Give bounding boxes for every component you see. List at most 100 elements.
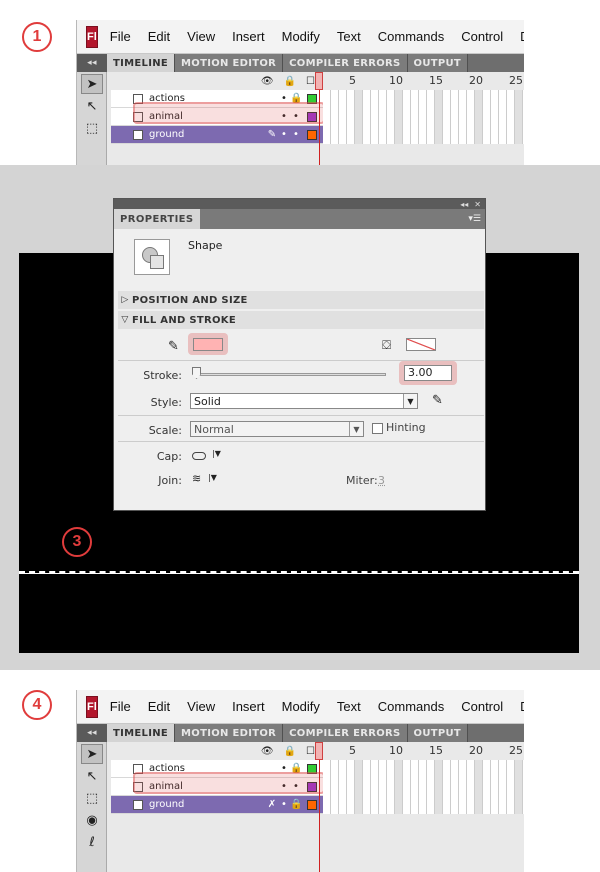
3d-rotation-tool-icon[interactable]: ◉	[81, 810, 103, 830]
pencil-icon: ✎	[168, 339, 179, 354]
menu-edit[interactable]: Edit	[148, 29, 170, 44]
free-transform-tool-icon[interactable]: ⬚	[81, 118, 103, 138]
layer-row-ground[interactable]: ground ✎ • •	[111, 126, 323, 144]
menu-debug[interactable]: De	[520, 29, 524, 44]
menu-commands[interactable]: Commands	[378, 29, 444, 44]
join-round-icon[interactable]: ≋	[192, 472, 201, 485]
eye-icon[interactable]: 👁	[261, 76, 274, 87]
frame-ruler: 5 10 15 20 25	[323, 742, 524, 760]
subselection-tool-icon[interactable]: ↖	[81, 766, 103, 786]
scale-dropdown[interactable]: Normal ▼	[190, 421, 364, 437]
lock-icon[interactable]: 🔒	[284, 76, 296, 87]
section-position-and-size[interactable]: ▷ POSITION AND SIZE	[118, 291, 484, 309]
collapse-panel-icon[interactable]: ◂◂	[460, 200, 468, 209]
frame-area: 5 10 15 20 25	[315, 72, 524, 165]
pencil-icon: ✎	[267, 129, 277, 140]
stroke-width-input[interactable]: 3.00	[404, 365, 452, 381]
frame-label: 25	[509, 744, 523, 757]
tab-compiler-errors[interactable]: COMPILER ERRORS	[283, 724, 408, 742]
lock-icon[interactable]: 🔒	[284, 746, 296, 757]
lock-icon[interactable]: 🔒	[290, 799, 302, 810]
tab-motion-editor[interactable]: MOTION EDITOR	[175, 54, 284, 72]
playhead-line	[319, 760, 320, 872]
panel-tabbar: PROPERTIES ▾☰	[114, 209, 485, 229]
menu-text[interactable]: Text	[337, 29, 361, 44]
visible-dot[interactable]: •	[278, 799, 290, 810]
tools-panel: ➤ ↖ ⬚	[77, 72, 107, 165]
object-type-label: Shape	[188, 239, 223, 252]
selection-tool-icon[interactable]: ➤	[81, 744, 103, 764]
menu-insert[interactable]: Insert	[232, 699, 265, 714]
menu-file[interactable]: File	[110, 699, 131, 714]
collapse-icon[interactable]: ◂◂	[77, 54, 107, 72]
menu-control[interactable]: Control	[461, 29, 503, 44]
tab-timeline[interactable]: TIMELINE	[107, 724, 176, 742]
menu-text[interactable]: Text	[337, 699, 361, 714]
paint-bucket-icon: ⛋	[382, 338, 392, 352]
eye-icon[interactable]: 👁	[261, 746, 274, 757]
expanded-arrow-icon: ▽	[121, 315, 129, 325]
menu-control[interactable]: Control	[461, 699, 503, 714]
menu-modify[interactable]: Modify	[282, 29, 320, 44]
tab-properties[interactable]: PROPERTIES	[114, 209, 200, 229]
collapse-icon[interactable]: ◂◂	[77, 724, 107, 742]
close-icon[interactable]: ✕	[474, 200, 481, 209]
layer-header: 👁 🔒 ☐	[111, 742, 323, 760]
frame-grid[interactable]	[323, 760, 524, 814]
lock-dot[interactable]: •	[290, 129, 302, 140]
fill-color-swatch[interactable]	[406, 338, 436, 351]
menu-edit[interactable]: Edit	[148, 699, 170, 714]
outline-icon[interactable]: ☐	[306, 746, 315, 757]
tab-compiler-errors[interactable]: COMPILER ERRORS	[283, 54, 408, 72]
ground-stroke-line[interactable]	[19, 571, 579, 574]
outline-icon[interactable]: ☐	[306, 76, 315, 87]
playhead-line	[319, 90, 320, 165]
stroke-label: Stroke:	[143, 369, 182, 382]
menu-view[interactable]: View	[187, 699, 215, 714]
shape-icon	[134, 239, 170, 275]
menu-commands[interactable]: Commands	[378, 699, 444, 714]
free-transform-tool-icon[interactable]: ⬚	[81, 788, 103, 808]
tab-timeline[interactable]: TIMELINE	[107, 54, 176, 72]
properties-panel: ◂◂ ✕ PROPERTIES ▾☰ Shape ▷ POSITION AND …	[113, 198, 486, 511]
stroke-color-swatch[interactable]	[193, 338, 223, 351]
frame-grid[interactable]	[323, 90, 524, 144]
style-dropdown[interactable]: Solid ▼	[190, 393, 418, 409]
tab-output[interactable]: OUTPUT	[407, 54, 469, 72]
layer-color-swatch[interactable]	[307, 129, 317, 140]
menu-view[interactable]: View	[187, 29, 215, 44]
menu-insert[interactable]: Insert	[232, 29, 265, 44]
edit-stroke-style-icon[interactable]: ✎	[432, 393, 443, 408]
flash-logo: Fl	[86, 695, 98, 718]
chevron-down-icon: ▼	[349, 422, 363, 436]
collapsed-arrow-icon: ▷	[121, 295, 129, 305]
cap-dropdown-icon[interactable]: |▼	[212, 449, 221, 458]
cap-round-icon[interactable]	[192, 452, 206, 460]
hinting-checkbox[interactable]	[372, 423, 383, 434]
menu-file[interactable]: File	[110, 29, 131, 44]
lasso-tool-icon[interactable]: ℓ	[81, 832, 103, 852]
layer-row-ground[interactable]: ground ✗ • 🔒	[111, 796, 323, 814]
playhead[interactable]	[315, 742, 323, 760]
section-fill-and-stroke[interactable]: ▽ FILL AND STROKE	[118, 311, 484, 329]
menu-modify[interactable]: Modify	[282, 699, 320, 714]
flash-logo: Fl	[86, 25, 98, 48]
layer-icon	[133, 799, 143, 810]
tab-output[interactable]: OUTPUT	[407, 724, 469, 742]
tab-motion-editor[interactable]: MOTION EDITOR	[175, 724, 284, 742]
menu-debug[interactable]: De	[520, 699, 524, 714]
panel-menu-icon[interactable]: ▾☰	[468, 209, 485, 229]
playhead[interactable]	[315, 72, 323, 90]
hinting-label: Hinting	[386, 421, 426, 434]
highlight-ground-layer	[133, 102, 325, 124]
stroke-slider-thumb[interactable]	[192, 367, 201, 379]
layer-color-swatch[interactable]	[307, 799, 317, 810]
stroke-slider-track[interactable]	[196, 373, 386, 376]
timeline-tabbar: ◂◂ TIMELINE MOTION EDITOR COMPILER ERROR…	[77, 54, 524, 72]
visible-dot[interactable]: •	[278, 129, 290, 140]
join-dropdown-icon[interactable]: |▼	[208, 473, 217, 482]
miter-value[interactable]: 3	[378, 474, 385, 487]
selection-tool-icon[interactable]: ➤	[81, 74, 103, 94]
subselection-tool-icon[interactable]: ↖	[81, 96, 103, 116]
frame-label: 20	[469, 74, 483, 87]
